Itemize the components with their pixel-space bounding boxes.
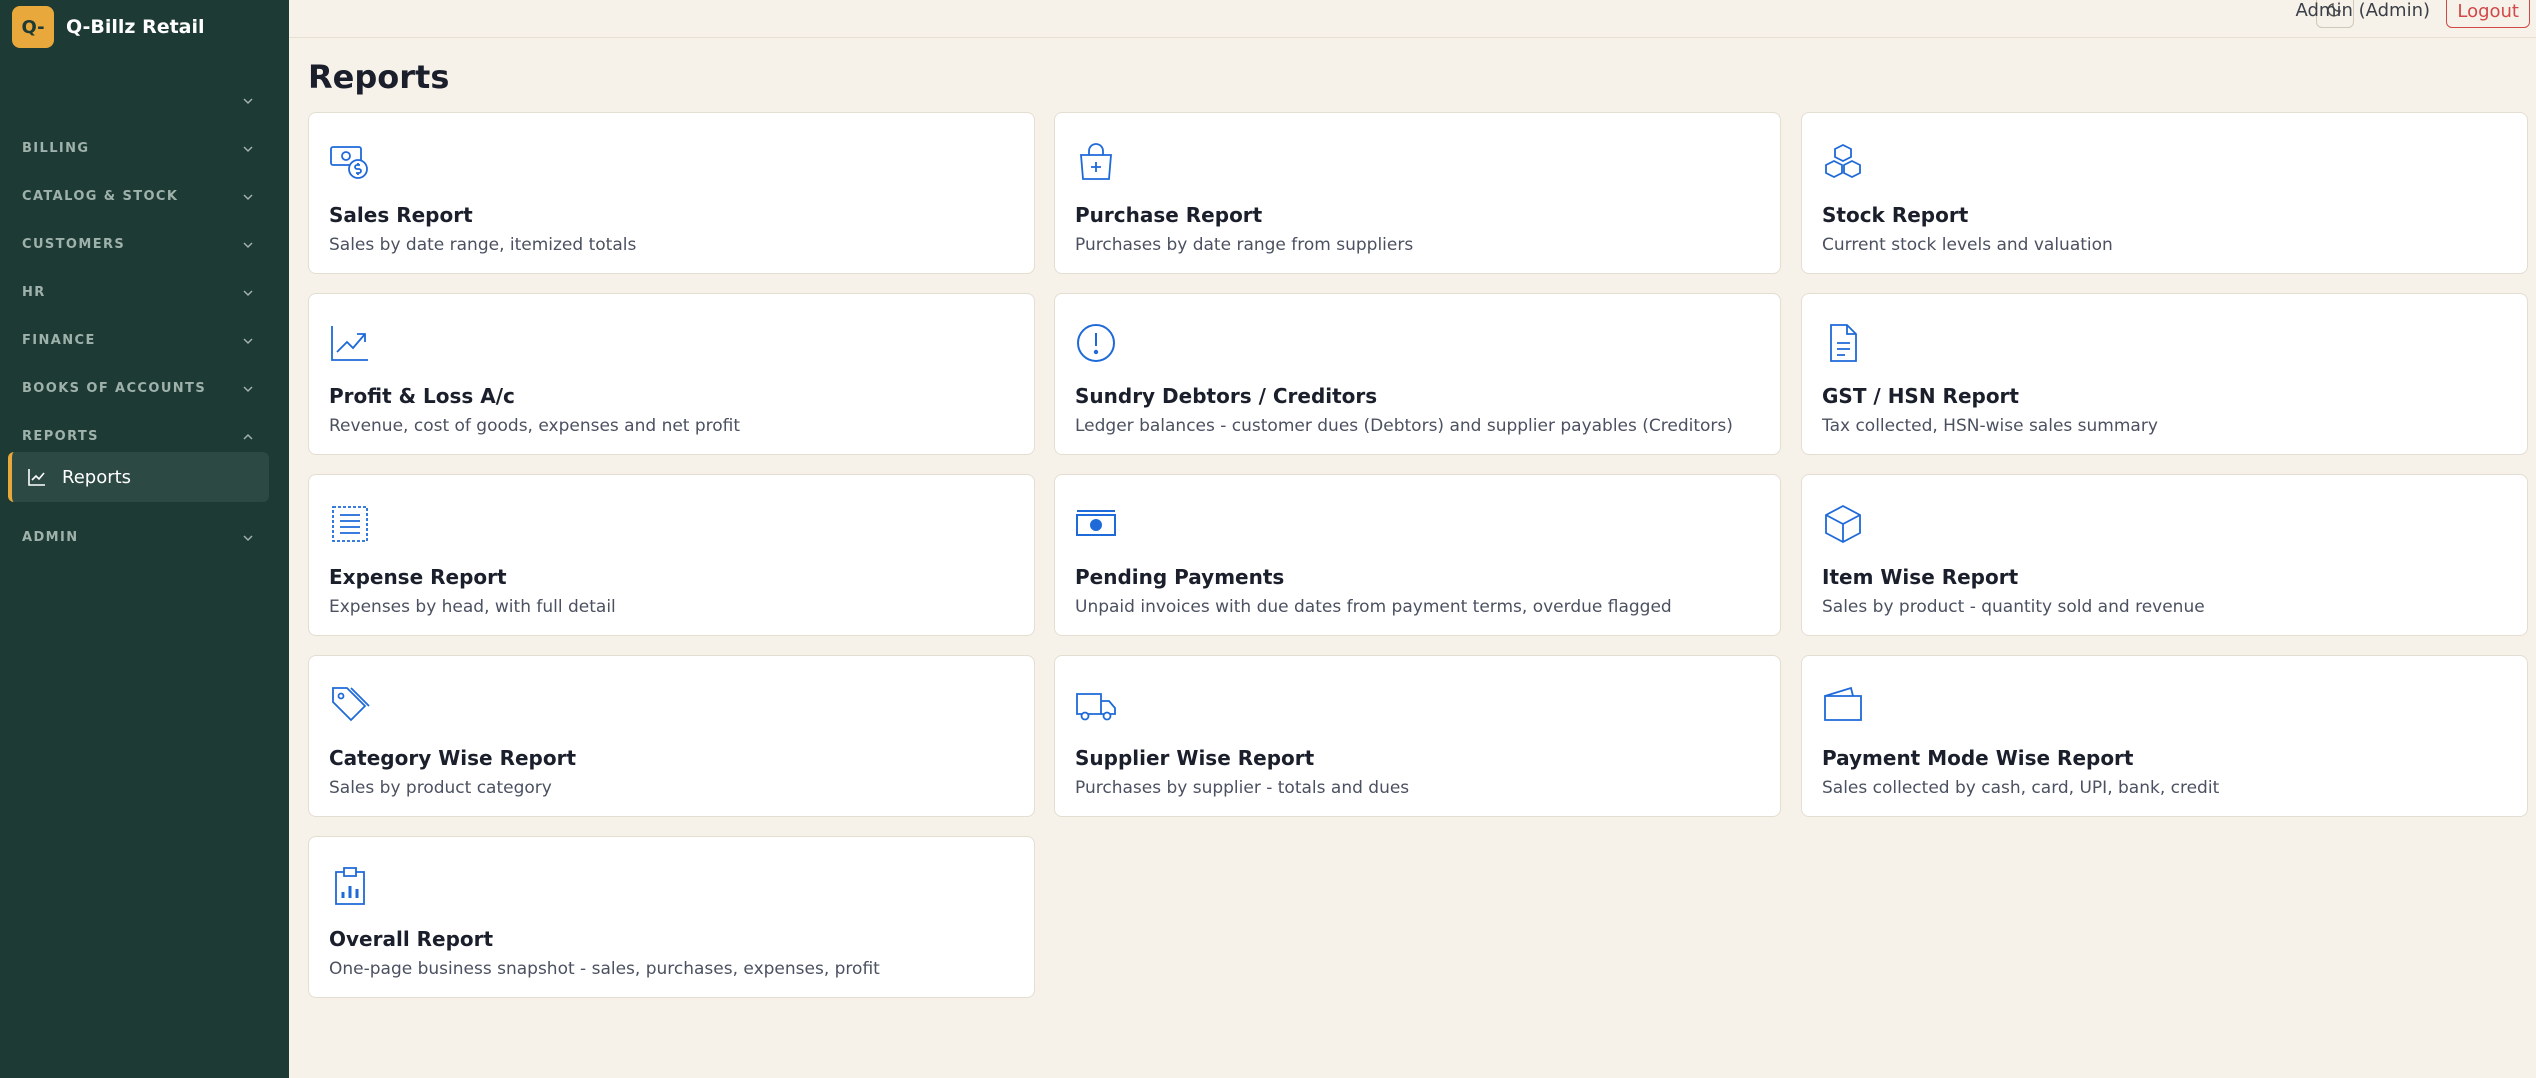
brand-logo: Q-: [12, 6, 54, 48]
card-title: Profit & Loss A/c: [329, 384, 515, 408]
nav-section-hr[interactable]: HR: [0, 274, 289, 310]
nav-section-admin[interactable]: ADMIN: [0, 519, 289, 555]
card-description: One-page business snapshot - sales, purc…: [329, 959, 880, 979]
brand[interactable]: Q- Q-Billz Retail: [12, 6, 205, 48]
nav-section-label: BILLING: [22, 140, 90, 156]
card-title: Overall Report: [329, 927, 494, 951]
shopping-bag-icon: [1075, 141, 1117, 183]
alert-circle-icon: [1075, 322, 1117, 364]
card-title: Item Wise Report: [1822, 565, 2019, 589]
card-title: Pending Payments: [1075, 565, 1285, 589]
card-description: Sales by product category: [329, 778, 552, 798]
report-card-pending-payments[interactable]: Pending Payments Unpaid invoices with du…: [1054, 474, 1781, 636]
nav-section-catalog-stock[interactable]: CATALOG & STOCK: [0, 178, 289, 214]
report-card-expense[interactable]: Expense Report Expenses by head, with fu…: [308, 474, 1035, 636]
card-description: Sales by date range, itemized totals: [329, 235, 637, 255]
card-description: Tax collected, HSN-wise sales summary: [1822, 416, 2158, 436]
chevron-down-icon: [242, 95, 253, 105]
card-description: Purchases by date range from suppliers: [1075, 235, 1414, 255]
box-icon: [1822, 503, 1864, 545]
report-card-supplier-wise[interactable]: Supplier Wise Report Purchases by suppli…: [1054, 655, 1781, 817]
document-icon: [1822, 322, 1864, 364]
card-title: Expense Report: [329, 565, 507, 589]
wallet-icon: [1822, 684, 1864, 726]
card-title: Sundry Debtors / Creditors: [1075, 384, 1378, 408]
card-description: Revenue, cost of goods, expenses and net…: [329, 416, 741, 436]
card-title: Purchase Report: [1075, 203, 1263, 227]
nav-section-label: ADMIN: [22, 529, 79, 545]
nav-section-books-of-accounts[interactable]: BOOKS OF ACCOUNTS: [0, 370, 289, 406]
nav-section-label: FINANCE: [22, 332, 96, 348]
clipboard-chart-icon: [329, 865, 371, 907]
report-card-item-wise[interactable]: Item Wise Report Sales by product - quan…: [1801, 474, 2528, 636]
card-title: Stock Report: [1822, 203, 1969, 227]
chevron-down-icon: [242, 335, 253, 345]
card-title: GST / HSN Report: [1822, 384, 2019, 408]
chevron-down-icon: [242, 532, 253, 542]
current-user-label: Admin (Admin): [2295, 0, 2431, 21]
nav-section-top[interactable]: [0, 82, 289, 118]
nav-section-label: BOOKS OF ACCOUNTS: [22, 380, 207, 396]
card-description: Sales by product - quantity sold and rev…: [1822, 597, 2205, 617]
card-description: Unpaid invoices with due dates from paym…: [1075, 597, 1672, 617]
tags-icon: [329, 684, 371, 726]
report-card-gst-hsn[interactable]: GST / HSN Report Tax collected, HSN-wise…: [1801, 293, 2528, 455]
report-card-overall[interactable]: Overall Report One-page business snapsho…: [308, 836, 1035, 998]
chevron-down-icon: [242, 191, 253, 201]
report-card-profit-loss[interactable]: Profit & Loss A/c Revenue, cost of goods…: [308, 293, 1035, 455]
chevron-down-icon: [242, 287, 253, 297]
report-card-sales[interactable]: Sales Report Sales by date range, itemiz…: [308, 112, 1035, 274]
banknote-icon: [1075, 503, 1117, 545]
trend-up-icon: [329, 322, 371, 364]
truck-icon: [1075, 684, 1117, 726]
logout-button[interactable]: Logout: [2446, 0, 2530, 28]
card-description: Purchases by supplier - totals and dues: [1075, 778, 1410, 798]
sidebar-item-label: Reports: [62, 466, 132, 488]
brand-name: Q-Billz Retail: [66, 16, 205, 38]
report-card-category-wise[interactable]: Category Wise Report Sales by product ca…: [308, 655, 1035, 817]
card-description: Expenses by head, with full detail: [329, 597, 616, 617]
nav-section-label: HR: [22, 284, 46, 300]
page-title: Reports: [308, 58, 450, 96]
receipt-icon: [329, 503, 371, 545]
report-card-stock[interactable]: Stock Report Current stock levels and va…: [1801, 112, 2528, 274]
nav-section-label: REPORTS: [22, 428, 99, 444]
nav-section-finance[interactable]: FINANCE: [0, 322, 289, 358]
card-title: Payment Mode Wise Report: [1822, 746, 2134, 770]
card-title: Sales Report: [329, 203, 473, 227]
chevron-down-icon: [242, 383, 253, 393]
cash-coin-icon: [329, 141, 371, 183]
card-title: Supplier Wise Report: [1075, 746, 1315, 770]
card-title: Category Wise Report: [329, 746, 577, 770]
nav-section-customers[interactable]: CUSTOMERS: [0, 226, 289, 262]
report-card-payment-mode-wise[interactable]: Payment Mode Wise Report Sales collected…: [1801, 655, 2528, 817]
card-description: Ledger balances - customer dues (Debtors…: [1075, 416, 1733, 436]
report-card-sundry-debtors-creditors[interactable]: Sundry Debtors / Creditors Ledger balanc…: [1054, 293, 1781, 455]
card-description: Current stock levels and valuation: [1822, 235, 2113, 255]
chevron-up-icon: [242, 431, 253, 441]
nav-section-label: CUSTOMERS: [22, 236, 126, 252]
nav-section-billing[interactable]: BILLING: [0, 130, 289, 166]
sidebar-item-reports[interactable]: Reports: [8, 452, 269, 502]
card-description: Sales collected by cash, card, UPI, bank…: [1822, 778, 2220, 798]
cubes-icon: [1822, 141, 1864, 183]
sidebar: Q- Q-Billz Retail BILLING CATALOG & STOC…: [0, 0, 289, 1078]
nav-section-label: CATALOG & STOCK: [22, 188, 179, 204]
report-card-purchase[interactable]: Purchase Report Purchases by date range …: [1054, 112, 1781, 274]
chevron-down-icon: [242, 239, 253, 249]
chevron-down-icon: [242, 143, 253, 153]
topbar: Admin (Admin) Logout: [289, 0, 2536, 38]
nav-section-reports[interactable]: REPORTS: [0, 418, 289, 454]
chart-line-icon: [26, 466, 48, 488]
